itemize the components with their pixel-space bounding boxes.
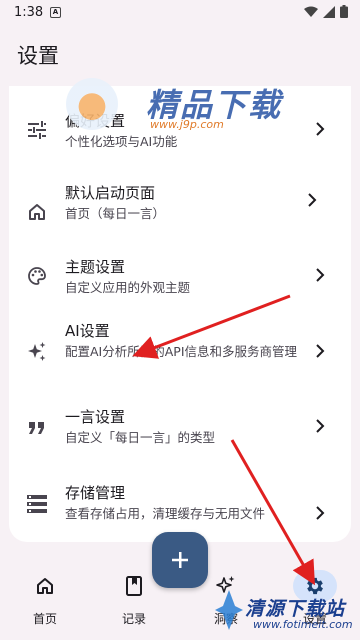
status-indicators <box>304 5 348 18</box>
item-subtitle: 查看存储占用，清理缓存与无用文件 <box>65 506 266 521</box>
add-button[interactable] <box>152 532 208 588</box>
book-icon <box>112 570 156 602</box>
home-icon <box>25 200 49 224</box>
status-time: 1:38 <box>14 5 44 20</box>
item-title: 存储管理 <box>65 484 126 502</box>
chevron-right-icon <box>316 419 325 433</box>
item-subtitle: 配置AI分析所需的API信息和多服务商管理 <box>65 344 298 359</box>
item-subtitle: 自定义「每日一言」的类型 <box>65 430 216 445</box>
watermark-top: 精品下载 www.j9p.com <box>64 76 294 136</box>
chevron-right-icon <box>316 268 325 282</box>
chevron-right-icon <box>316 344 325 358</box>
settings-item-default-page[interactable]: 默认启动页面 首页（每日一言） <box>9 174 351 250</box>
watermark-brand: 清源下载站 <box>245 598 346 620</box>
palette-icon <box>25 264 49 288</box>
watermark-logo <box>215 590 243 630</box>
settings-item-theme[interactable]: 主题设置 自定义应用的外观主题 <box>9 250 351 318</box>
home-icon <box>23 570 67 602</box>
plus-icon <box>172 552 188 568</box>
item-title: 一言设置 <box>65 408 126 426</box>
settings-list: 偏好设置 个性化选项与AI功能 默认启动页面 首页（每日一言） 主题设置 自定义… <box>9 86 351 542</box>
settings-item-hitokoto[interactable]: 一言设置 自定义「每日一言」的类型 <box>9 390 351 462</box>
page-title: 设置 <box>17 44 59 68</box>
item-subtitle: 首页（每日一言） <box>65 206 166 221</box>
item-title: 默认启动页面 <box>65 184 156 202</box>
settings-item-ai[interactable]: AI设置 配置AI分析所需的API信息和多服务商管理 <box>9 318 351 390</box>
item-title: 主题设置 <box>65 258 126 276</box>
chevron-right-icon <box>316 506 325 520</box>
nav-item-home[interactable]: 首页 <box>9 562 81 640</box>
item-subtitle: 自定义应用的外观主题 <box>65 280 191 295</box>
settings-item-storage[interactable]: 存储管理 查看存储占用，清理缓存与无用文件 <box>9 462 351 542</box>
item-title: AI设置 <box>65 322 110 340</box>
watermark-url: www.j9p.com <box>150 118 224 131</box>
wifi-icon <box>304 6 318 17</box>
signal-icon <box>323 5 335 18</box>
nav-label: 首页 <box>32 612 57 626</box>
nav-label: 记录 <box>121 612 146 626</box>
notification-icon: A <box>50 7 61 18</box>
watermark-url: www.fotimeit.com <box>253 618 353 631</box>
sparkle-icon <box>25 340 49 364</box>
chevron-right-icon <box>308 193 317 207</box>
watermark-bottom: 清源下载站 www.fotimeit.com <box>215 584 360 640</box>
battery-icon <box>340 5 348 18</box>
tune-icon <box>25 118 49 142</box>
status-bar: 1:38 A <box>0 0 360 26</box>
watermark-logo <box>66 78 118 130</box>
quote-icon <box>25 416 49 440</box>
chevron-right-icon <box>316 122 325 136</box>
storage-icon <box>25 492 49 516</box>
